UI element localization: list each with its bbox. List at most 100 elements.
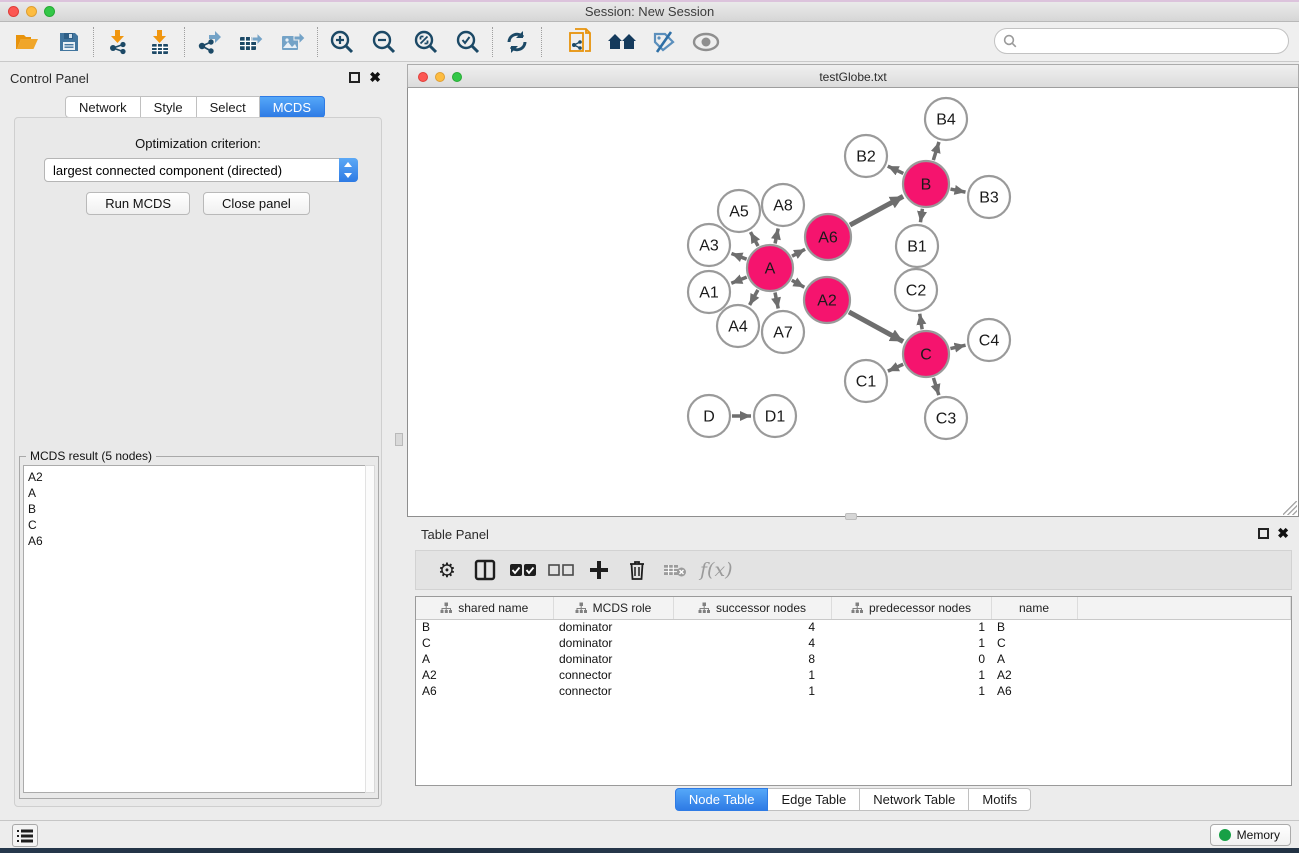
close-table-panel-icon[interactable]: ✖ [1277,525,1289,542]
export-table-button[interactable] [230,25,272,59]
column-header-MCDS-role[interactable]: MCDS role [553,597,673,619]
criterion-select[interactable]: largest connected component (directed) [44,158,358,182]
tab-node-table[interactable]: Node Table [675,788,769,811]
cell-successor-nodes[interactable]: 1 [673,667,831,683]
edge-A-A1[interactable] [731,277,746,283]
edge-B-B4[interactable] [933,142,939,160]
zoom-selected-button[interactable] [447,25,489,59]
cell-name[interactable]: C [991,635,1077,651]
edge-C-C3[interactable] [933,378,938,395]
node-A2[interactable]: A2 [804,277,850,323]
save-session-button[interactable] [48,25,90,59]
cell-shared-name[interactable]: A [416,651,553,667]
node-B[interactable]: B [903,161,949,207]
search-input[interactable] [1022,34,1288,49]
node-D[interactable]: D [688,395,730,437]
zoom-fit-button[interactable] [405,25,447,59]
cell-successor-nodes[interactable]: 4 [673,635,831,651]
deselect-all-button[interactable] [542,554,580,586]
tab-select[interactable]: Select [197,96,260,118]
cell-predecessor-nodes[interactable]: 0 [831,651,991,667]
import-network-button[interactable] [97,25,139,59]
search-field[interactable] [994,28,1289,54]
node-B4[interactable]: B4 [925,98,967,140]
edge-C-C4[interactable] [950,345,965,348]
delete-table-button[interactable] [656,554,694,586]
cell-predecessor-nodes[interactable]: 1 [831,635,991,651]
tab-network-table[interactable]: Network Table [860,788,969,811]
edge-B-B1[interactable] [920,209,922,223]
cell-name[interactable]: A6 [991,683,1077,699]
node-table[interactable]: shared name MCDS role successor nodes pr… [415,596,1292,786]
node-B3[interactable]: B3 [968,176,1010,218]
cell-predecessor-nodes[interactable]: 1 [831,683,991,699]
vertical-splitter[interactable] [390,62,407,820]
export-network-button[interactable] [188,25,230,59]
node-A7[interactable]: A7 [762,311,804,353]
network-window-titlebar[interactable]: testGlobe.txt [407,64,1299,88]
cell-MCDS-role[interactable]: dominator [553,651,673,667]
edge-A-A6[interactable] [792,249,805,256]
horizontal-splitter-handle[interactable] [845,513,857,520]
delete-column-button[interactable] [618,554,656,586]
splitter-handle[interactable] [395,433,403,446]
run-mcds-button[interactable]: Run MCDS [86,192,190,215]
tab-style[interactable]: Style [141,96,197,118]
edge-A-A8[interactable] [775,229,778,244]
table-settings-button[interactable]: ⚙ [428,554,466,586]
node-C[interactable]: C [903,331,949,377]
node-A3[interactable]: A3 [688,224,730,266]
edge-A6-B[interactable] [850,196,903,225]
column-header-shared-name[interactable]: shared name [416,597,553,619]
column-header-name[interactable]: name [991,597,1077,619]
mcds-result-item[interactable]: C [28,517,366,533]
zoom-out-button[interactable] [363,25,405,59]
network-canvas[interactable]: B4B2BB3A5A8A6B1A3AC2A1A2A4A7C4CC1C3DD1 [407,88,1299,517]
cell-shared-name[interactable]: A2 [416,667,553,683]
tab-edge-table[interactable]: Edge Table [768,788,860,811]
show-details-button[interactable] [685,25,727,59]
node-C2[interactable]: C2 [895,269,937,311]
cell-name[interactable]: B [991,619,1077,635]
cell-successor-nodes[interactable]: 1 [673,683,831,699]
cell-name[interactable]: A2 [991,667,1077,683]
edge-A-A3[interactable] [731,253,746,259]
function-builder-button[interactable]: f(x) [700,559,733,581]
node-C3[interactable]: C3 [925,397,967,439]
mcds-result-item[interactable]: A6 [28,533,366,549]
select-all-button[interactable] [504,554,542,586]
task-history-button[interactable] [12,824,38,847]
memory-button[interactable]: Memory [1210,824,1291,846]
cell-predecessor-nodes[interactable]: 1 [831,619,991,635]
export-image-button[interactable] [272,25,314,59]
cell-shared-name[interactable]: C [416,635,553,651]
float-table-panel-icon[interactable] [1258,528,1269,539]
node-C1[interactable]: C1 [845,360,887,402]
cell-MCDS-role[interactable]: dominator [553,635,673,651]
node-C4[interactable]: C4 [968,319,1010,361]
edge-C-C2[interactable] [920,314,922,330]
clone-network-button[interactable] [559,25,601,59]
home-views-button[interactable] [601,25,643,59]
mcds-result-list[interactable]: A2ABCA6 [23,465,367,793]
node-B2[interactable]: B2 [845,135,887,177]
edge-C-C1[interactable] [888,364,903,371]
result-scrollbar[interactable] [365,465,375,793]
add-column-button[interactable] [580,554,618,586]
cell-successor-nodes[interactable]: 4 [673,619,831,635]
cell-shared-name[interactable]: A6 [416,683,553,699]
cell-name[interactable]: A [991,651,1077,667]
refresh-view-button[interactable] [496,25,538,59]
zoom-in-button[interactable] [321,25,363,59]
tab-network[interactable]: Network [65,96,141,118]
hide-labels-button[interactable] [643,25,685,59]
mcds-result-item[interactable]: A2 [28,469,366,485]
node-A5[interactable]: A5 [718,190,760,232]
mcds-result-item[interactable]: A [28,485,366,501]
node-B1[interactable]: B1 [896,225,938,267]
edge-A-A4[interactable] [750,290,758,305]
cell-successor-nodes[interactable]: 8 [673,651,831,667]
edge-B-B3[interactable] [950,189,965,192]
tab-motifs[interactable]: Motifs [969,788,1031,811]
cell-MCDS-role[interactable]: dominator [553,619,673,635]
